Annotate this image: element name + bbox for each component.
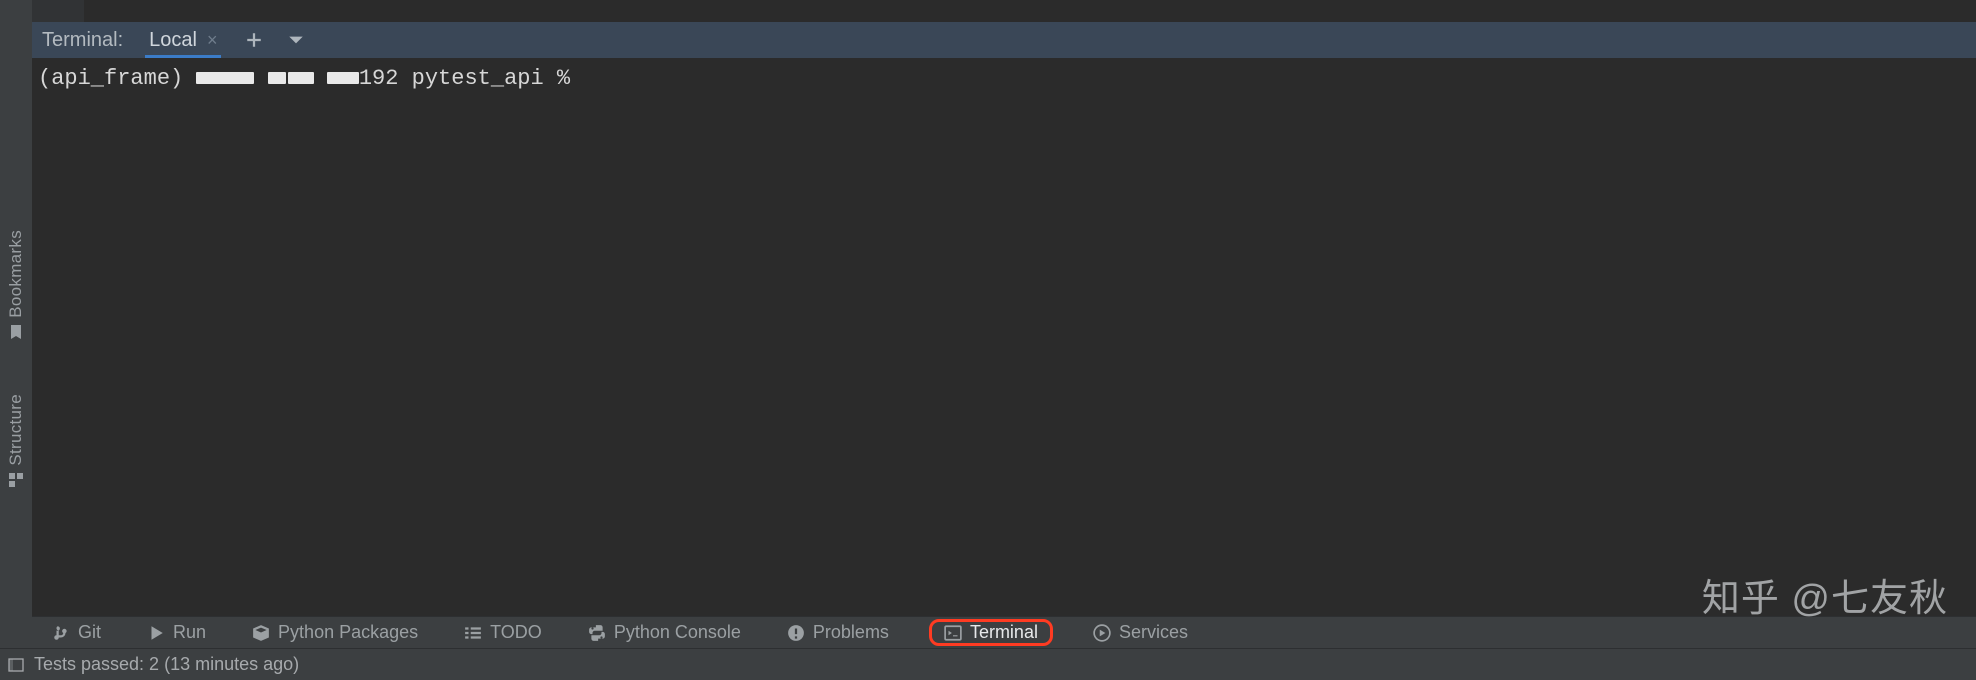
tool-problems-label: Problems <box>813 622 889 643</box>
tool-terminal-label: Terminal <box>970 622 1038 643</box>
git-branch-icon <box>52 624 70 642</box>
warning-icon <box>787 624 805 642</box>
terminal-prompt-suffix: 192 pytest_api % <box>359 66 570 91</box>
tool-python-packages-label: Python Packages <box>278 622 418 643</box>
tool-run[interactable]: Run <box>141 620 212 645</box>
structure-icon <box>8 472 24 488</box>
terminal-body[interactable]: (api_frame) 192 pytest_api % <box>32 58 1976 616</box>
bookmarks-label: Bookmarks <box>6 230 26 318</box>
terminal-tab-label: Local <box>149 29 197 52</box>
tool-run-label: Run <box>173 622 206 643</box>
tool-todo[interactable]: TODO <box>458 620 548 645</box>
redacted-user <box>196 72 254 84</box>
tool-problems[interactable]: Problems <box>781 620 895 645</box>
terminal-prompt-prefix: (api_frame) <box>38 66 196 91</box>
tool-services-label: Services <box>1119 622 1188 643</box>
python-icon <box>588 624 606 642</box>
status-tests[interactable]: Tests passed: 2 (13 minutes ago) <box>34 654 299 675</box>
editor-code-area <box>84 0 1976 22</box>
tool-python-console-label: Python Console <box>614 622 741 643</box>
toolwindows-toggle-icon[interactable] <box>8 657 24 673</box>
redacted-sep2 <box>288 72 314 84</box>
panel-title: Terminal: <box>42 29 123 52</box>
tool-python-console[interactable]: Python Console <box>582 620 747 645</box>
bottom-toolwindow-bar: Git Run Python Packages TODO Python Cons… <box>32 616 1976 648</box>
terminal-tab-local[interactable]: Local × <box>145 22 221 58</box>
bookmark-icon <box>8 324 24 340</box>
tool-todo-label: TODO <box>490 622 542 643</box>
status-bar: Tests passed: 2 (13 minutes ago) <box>0 648 1976 680</box>
tool-python-packages[interactable]: Python Packages <box>246 620 424 645</box>
tool-services[interactable]: Services <box>1087 620 1194 645</box>
terminal-panel-header: Terminal: Local × <box>32 22 1976 58</box>
tool-terminal[interactable]: Terminal <box>929 619 1053 646</box>
packages-icon <box>252 624 270 642</box>
plus-icon <box>245 31 263 49</box>
editor-gutter <box>32 0 84 22</box>
play-icon <box>147 624 165 642</box>
services-icon <box>1093 624 1111 642</box>
chevron-down-icon <box>287 31 305 49</box>
tool-git-label: Git <box>78 622 101 643</box>
structure-label: Structure <box>6 394 26 466</box>
editor-strip <box>0 0 1976 22</box>
new-terminal-button[interactable] <box>245 31 263 49</box>
sidebar-item-structure[interactable]: Structure <box>0 368 32 488</box>
left-tool-stripe: Bookmarks Structure <box>0 0 32 680</box>
tool-git[interactable]: Git <box>46 620 107 645</box>
terminal-dropdown-button[interactable] <box>287 31 305 49</box>
todo-icon <box>464 624 482 642</box>
terminal-icon <box>944 624 962 642</box>
redacted-at <box>327 72 359 84</box>
redacted-sep1 <box>268 72 286 84</box>
sidebar-item-bookmarks[interactable]: Bookmarks <box>0 200 32 340</box>
close-icon[interactable]: × <box>207 30 218 51</box>
